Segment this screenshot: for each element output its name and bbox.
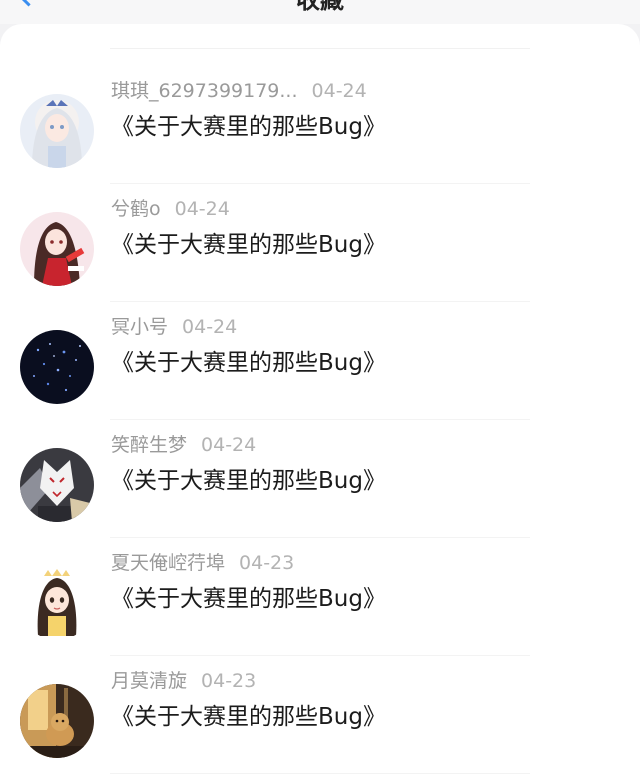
item-meta: 月莫清旋 04-23 xyxy=(111,666,256,693)
list-item[interactable]: 冥小号 04-24 《关于大赛里的那些Bug》 xyxy=(0,302,640,420)
divider xyxy=(110,773,530,774)
item-title[interactable]: 《关于大赛里的那些Bug》 xyxy=(111,107,386,141)
date-label: 04-24 xyxy=(174,198,230,220)
username[interactable]: 冥小号 xyxy=(111,316,168,338)
item-title[interactable]: 《关于大赛里的那些Bug》 xyxy=(111,579,386,613)
username[interactable]: 兮鹤o xyxy=(111,198,161,220)
username[interactable]: 月莫清旋 xyxy=(111,670,187,692)
item-meta: 冥小号 04-24 xyxy=(111,312,237,339)
anime-girl-white-hair-avatar-icon[interactable] xyxy=(20,94,94,168)
page-title: 收藏 xyxy=(296,0,344,14)
date-label: 04-23 xyxy=(239,552,295,574)
date-label: 04-24 xyxy=(201,434,257,456)
item-meta: 笑醉生梦 04-24 xyxy=(111,430,256,457)
chibi-girl-crown-avatar-icon[interactable] xyxy=(20,566,94,640)
fox-mask-avatar-icon[interactable] xyxy=(20,448,94,522)
item-title[interactable]: 《关于大赛里的那些Bug》 xyxy=(111,461,386,495)
list-item[interactable]: 笑醉生梦 04-24 《关于大赛里的那些Bug》 xyxy=(0,420,640,538)
list-item[interactable]: 月莫清旋 04-23 《关于大赛里的那些Bug》 xyxy=(0,656,640,774)
navigation-bar: 收藏 xyxy=(0,0,640,24)
item-meta: 兮鹤o 04-24 xyxy=(111,194,230,221)
date-label: 04-24 xyxy=(182,316,238,338)
item-title[interactable]: 《关于大赛里的那些Bug》 xyxy=(111,343,386,377)
list-item[interactable]: 琪琪_6297399179... 04-24 《关于大赛里的那些Bug》 xyxy=(0,66,640,184)
username[interactable]: 夏天俺崆荇埠 xyxy=(111,552,225,574)
anime-girl-red-kimono-avatar-icon[interactable] xyxy=(20,212,94,286)
item-meta: 夏天俺崆荇埠 04-23 xyxy=(111,548,294,575)
date-label: 04-24 xyxy=(311,80,367,102)
dog-sunset-avatar-icon[interactable] xyxy=(20,684,94,758)
night-sky-stars-avatar-icon[interactable] xyxy=(20,330,94,404)
divider xyxy=(110,48,530,49)
username[interactable]: 笑醉生梦 xyxy=(111,434,187,456)
username[interactable]: 琪琪_6297399179... xyxy=(111,80,298,102)
list-item[interactable]: 兮鹤o 04-24 《关于大赛里的那些Bug》 xyxy=(0,184,640,302)
item-title[interactable]: 《关于大赛里的那些Bug》 xyxy=(111,697,386,731)
item-meta: 琪琪_6297399179... 04-24 xyxy=(111,76,367,103)
date-label: 04-23 xyxy=(201,670,257,692)
favorites-list: 琪琪_6297399179... 04-24 《关于大赛里的那些Bug》 兮鹤o 0… xyxy=(0,24,640,784)
item-title[interactable]: 《关于大赛里的那些Bug》 xyxy=(111,225,386,259)
list-item[interactable]: 夏天俺崆荇埠 04-23 《关于大赛里的那些Bug》 xyxy=(0,538,640,656)
